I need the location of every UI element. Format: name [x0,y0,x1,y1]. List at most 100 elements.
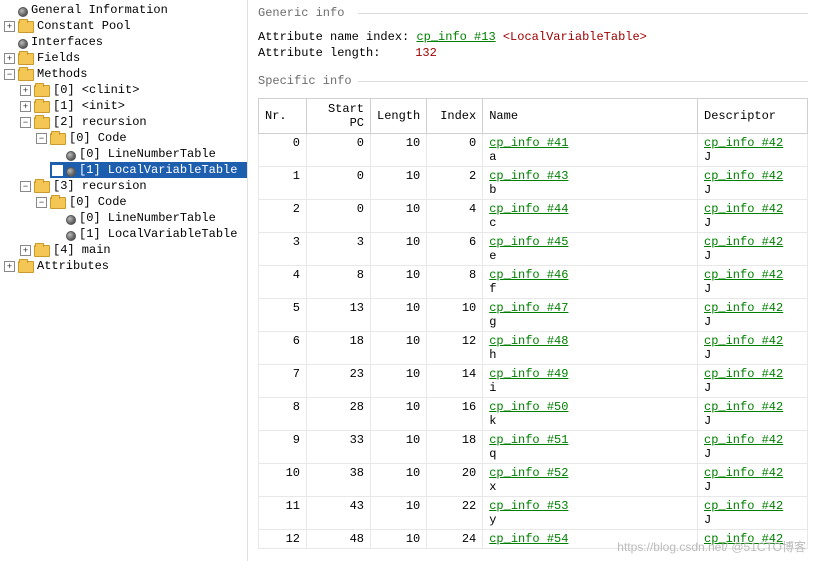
expand-icon[interactable]: + [4,53,15,64]
tree-item-method-0[interactable]: +[0] <clinit> [18,82,247,98]
cell-idx: 8 [427,266,483,299]
tree-item-constant-pool[interactable]: +Constant Pool [2,18,247,34]
table-row[interactable]: 6181012cp_info #48hcp_info #42J [259,332,808,365]
tree-item-interfaces[interactable]: Interfaces [2,34,247,50]
name-link[interactable]: cp_info #43 [489,169,691,183]
col-name[interactable]: Name [483,99,698,134]
desc-link[interactable]: cp_info #42 [704,367,801,381]
table-row[interactable]: 00100cp_info #41acp_info #42J [259,134,808,167]
name-value: k [489,414,496,428]
tree-item-method-1[interactable]: +[1] <init> [18,98,247,114]
cell-start: 3 [307,233,371,266]
desc-link[interactable]: cp_info #42 [704,169,801,183]
name-link[interactable]: cp_info #52 [489,466,691,480]
expand-icon[interactable]: + [4,261,15,272]
cell-idx: 2 [427,167,483,200]
name-link[interactable]: cp_info #45 [489,235,691,249]
table-row[interactable]: 7231014cp_info #49icp_info #42J [259,365,808,398]
tree-item-method-2[interactable]: −[2] recursion [18,114,247,130]
desc-link[interactable]: cp_info #42 [704,466,801,480]
tree-item-methods[interactable]: −Methods [2,66,247,82]
tree-item-attributes[interactable]: +Attributes [2,258,247,274]
collapse-icon[interactable]: − [20,181,31,192]
table-row[interactable]: 8281016cp_info #50kcp_info #42J [259,398,808,431]
desc-link[interactable]: cp_info #42 [704,235,801,249]
tree-panel: General Information +Constant Pool Inter… [0,0,248,561]
name-value: q [489,447,496,461]
expand-icon[interactable]: + [4,21,15,32]
desc-value: J [704,282,711,296]
tree-item-lnt-2[interactable]: [0] LineNumberTable [50,146,247,162]
name-link[interactable]: cp_info #48 [489,334,691,348]
name-link[interactable]: cp_info #53 [489,499,691,513]
name-link[interactable]: cp_info #41 [489,136,691,150]
name-link[interactable]: cp_info #44 [489,202,691,216]
desc-link[interactable]: cp_info #42 [704,400,801,414]
name-link[interactable]: cp_info #51 [489,433,691,447]
tree-item-method-3[interactable]: −[3] recursion [18,178,247,194]
table-row[interactable]: 9331018cp_info #51qcp_info #42J [259,431,808,464]
desc-link[interactable]: cp_info #42 [704,334,801,348]
tree-item-fields[interactable]: +Fields [2,50,247,66]
table-row[interactable]: 11431022cp_info #53ycp_info #42J [259,497,808,530]
tree-item-lvt-2[interactable]: [1] LocalVariableTable [50,162,247,178]
expand-icon[interactable]: + [20,85,31,96]
table-row[interactable]: 20104cp_info #44ccp_info #42J [259,200,808,233]
name-value: e [489,249,496,263]
tree-label: [0] Code [69,194,127,210]
name-link[interactable]: cp_info #46 [489,268,691,282]
cell-nr: 9 [259,431,307,464]
col-index[interactable]: Index [427,99,483,134]
folder-icon [18,261,34,273]
cell-desc: cp_info #42J [698,398,808,431]
collapse-icon[interactable]: − [36,197,47,208]
desc-link[interactable]: cp_info #42 [704,499,801,513]
desc-value: J [704,315,711,329]
cell-len: 10 [371,365,427,398]
cell-nr: 5 [259,299,307,332]
collapse-icon[interactable]: − [20,117,31,128]
name-link[interactable]: cp_info #47 [489,301,691,315]
tree-item-general-info[interactable]: General Information [2,2,247,18]
desc-link[interactable]: cp_info #42 [704,202,801,216]
col-start-pc[interactable]: Start PC [307,99,371,134]
table-row[interactable]: 5131010cp_info #47gcp_info #42J [259,299,808,332]
desc-link[interactable]: cp_info #42 [704,301,801,315]
cell-idx: 20 [427,464,483,497]
leaf-icon [18,7,28,17]
leaf-icon [66,231,76,241]
tree-item-lvt-3[interactable]: [1] LocalVariableTable [50,226,247,242]
desc-link[interactable]: cp_info #42 [704,136,801,150]
cell-name: cp_info #49i [483,365,698,398]
tree-item-method-4[interactable]: +[4] main [18,242,247,258]
col-nr[interactable]: Nr. [259,99,307,134]
cell-nr: 6 [259,332,307,365]
table-row[interactable]: 10102cp_info #43bcp_info #42J [259,167,808,200]
name-link[interactable]: cp_info #49 [489,367,691,381]
desc-value: J [704,447,711,461]
desc-link[interactable]: cp_info #42 [704,268,801,282]
specific-info-header: Specific info [258,74,808,88]
col-descriptor[interactable]: Descriptor [698,99,808,134]
folder-icon [50,197,66,209]
expand-icon[interactable]: + [20,101,31,112]
collapse-icon[interactable]: − [4,69,15,80]
table-row[interactable]: 10381020cp_info #52xcp_info #42J [259,464,808,497]
tree-item-code-2[interactable]: − [0] Code [34,130,247,146]
cell-nr: 12 [259,530,307,549]
tree-label: [0] Code [69,130,127,146]
attr-name-link[interactable]: cp_info #13 [416,30,495,44]
tree-item-code-3[interactable]: − [0] Code [34,194,247,210]
tree-item-lnt-3[interactable]: [0] LineNumberTable [50,210,247,226]
name-value: a [489,150,496,164]
desc-link[interactable]: cp_info #42 [704,433,801,447]
leaf-icon [18,39,28,49]
cell-desc: cp_info #42J [698,299,808,332]
col-length[interactable]: Length [371,99,427,134]
expand-icon[interactable]: + [20,245,31,256]
name-link[interactable]: cp_info #50 [489,400,691,414]
collapse-icon[interactable]: − [36,133,47,144]
table-row[interactable]: 33106cp_info #45ecp_info #42J [259,233,808,266]
tree-label: [1] LocalVariableTable [79,162,237,178]
table-row[interactable]: 48108cp_info #46fcp_info #42J [259,266,808,299]
